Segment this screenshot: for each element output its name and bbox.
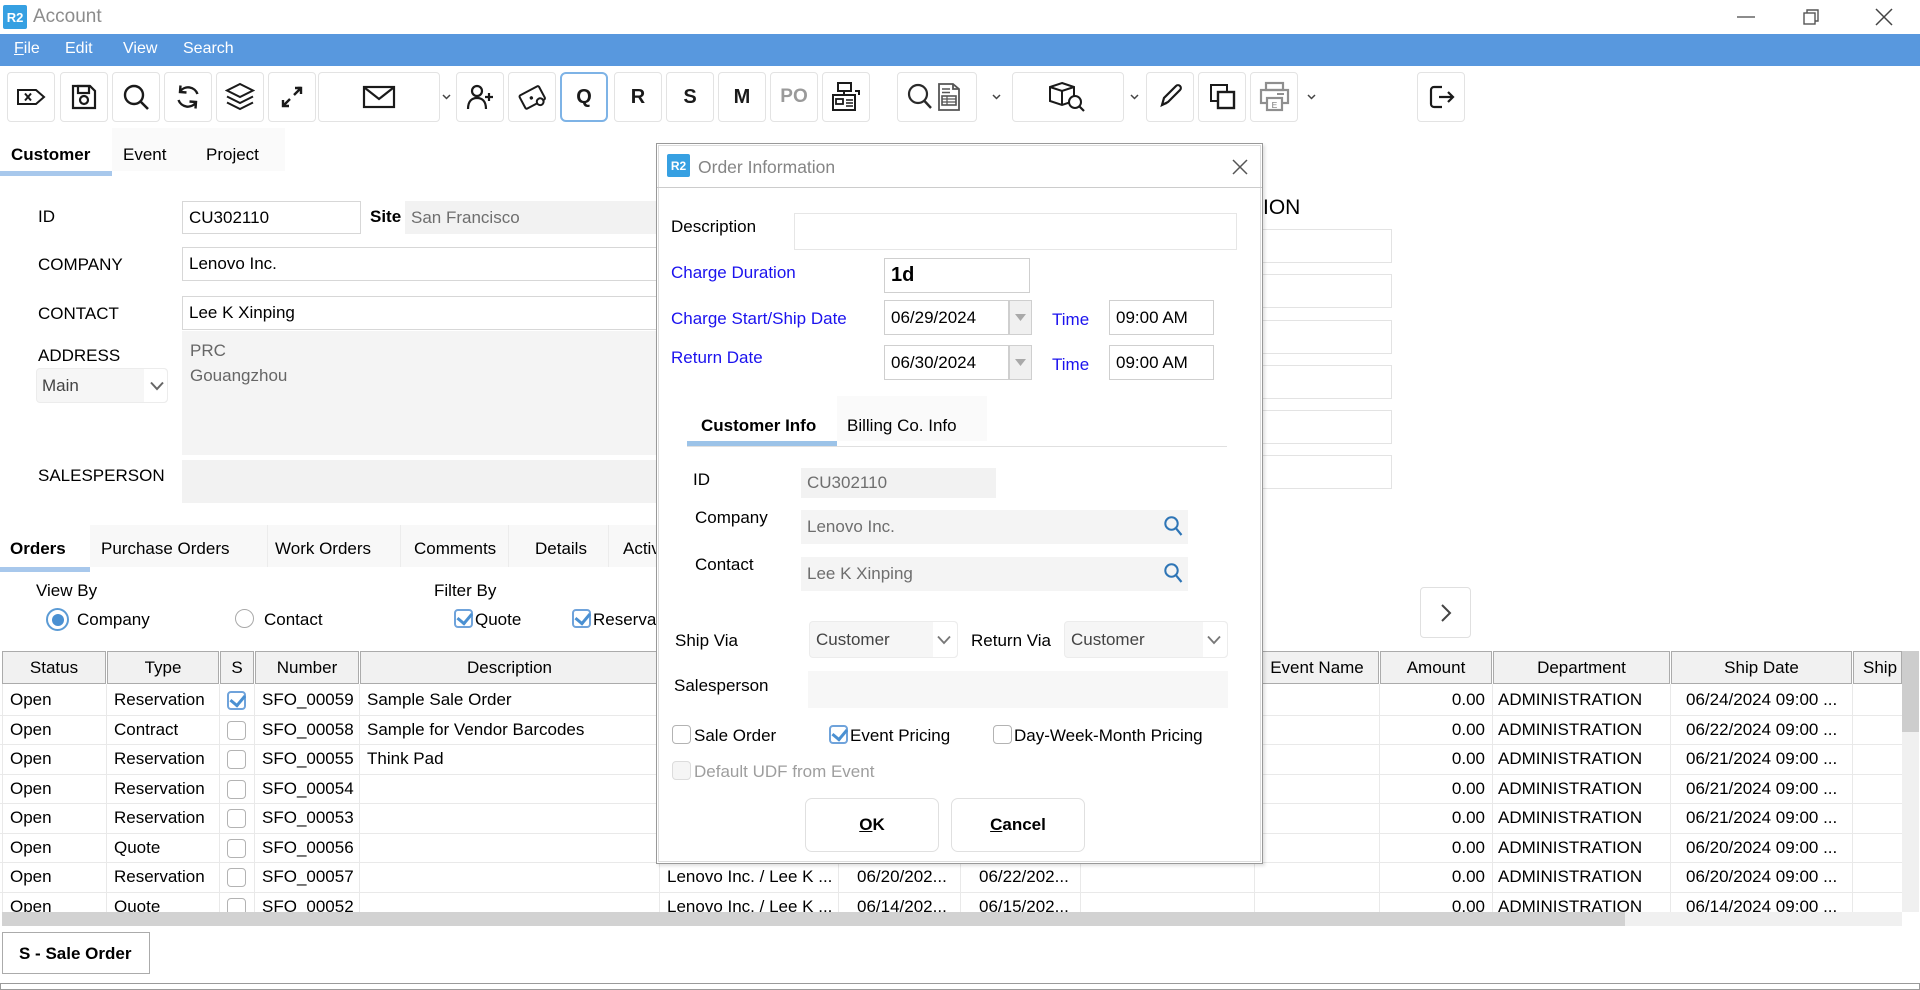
svg-text:E: E (1272, 100, 1278, 110)
